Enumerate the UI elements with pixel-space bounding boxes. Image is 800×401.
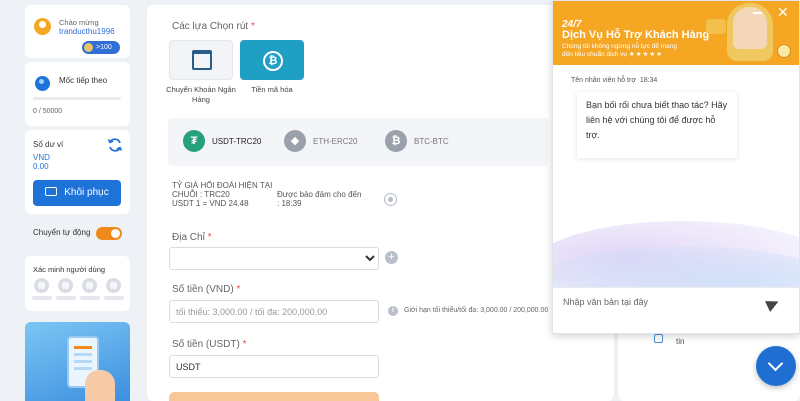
- wallet-currency: VND: [33, 153, 50, 162]
- milestone-progress-text: 0 / 50000: [33, 108, 63, 115]
- auto-transfer-label: Chuyển tự động: [33, 228, 91, 237]
- user-card: Chào mừng tranducthu1996 >100: [25, 5, 130, 58]
- rating-stars: ★★★★★: [628, 51, 664, 58]
- milestone-card: Mốc tiếp theo 0 / 50000: [25, 62, 130, 126]
- withdraw-options-label: Các lựa Chọn rút *: [172, 21, 255, 32]
- chat-message: Bạn bối rối chưa biết thao tác? Hãy liên…: [577, 92, 737, 158]
- restore-button-label: Khôi phục: [64, 187, 109, 198]
- milestone-label: Mốc tiếp theo: [59, 76, 108, 85]
- bank-card-icon[interactable]: [106, 278, 121, 293]
- amount-usdt-input[interactable]: [169, 355, 379, 378]
- milestone-progress-bar: [33, 97, 121, 100]
- bitcoin-icon: ₿: [263, 51, 283, 71]
- chain-label: USDT-TRC20: [212, 137, 262, 146]
- chat-bubble-icon: [706, 19, 726, 34]
- wallet-icon: [45, 187, 58, 196]
- withdraw-panel: Các lựa Chọn rút * Chuyển Khoản Ngân Hàn…: [147, 5, 614, 401]
- chat-input-bar: [553, 287, 799, 333]
- smile-icon[interactable]: [777, 44, 791, 58]
- mail-icon[interactable]: [58, 278, 73, 293]
- method-crypto[interactable]: ₿: [240, 40, 304, 80]
- phone-icon[interactable]: [82, 278, 97, 293]
- rate-guarantee-label: Được bảo đảm cho đến: [277, 190, 362, 199]
- amount-usdt-label: Số tiền (USDT) *: [172, 339, 247, 350]
- verification-step-label: [32, 296, 52, 300]
- promo-banner[interactable]: [25, 322, 130, 401]
- tether-icon: ₮: [183, 130, 205, 152]
- submit-button[interactable]: [169, 392, 379, 401]
- chat-agent-line: Tên nhân viên hỗ trợ 18:34: [571, 77, 658, 84]
- method-bank-label: Chuyển Khoản Ngân Hàng: [166, 85, 236, 104]
- close-icon[interactable]: ✕: [777, 4, 789, 21]
- verification-step-label: [80, 296, 100, 300]
- chat-toggle-button[interactable]: [756, 346, 796, 386]
- info-card-icon: [654, 334, 663, 343]
- refresh-icon[interactable]: [107, 137, 123, 153]
- globe-icon: [35, 76, 50, 91]
- amount-vnd-input[interactable]: [169, 300, 379, 323]
- verification-label: Xác minh người dùng: [33, 265, 106, 274]
- verification-step-label: [104, 296, 124, 300]
- username[interactable]: tranducthu1996: [59, 27, 115, 36]
- chain-label: BTC-BTC: [414, 137, 449, 146]
- minimize-icon[interactable]: [753, 12, 762, 14]
- chat-header: 24/7 Dịch Vụ Hỗ Trợ Khách Hàng Chúng tôi…: [553, 1, 799, 65]
- id-card-icon[interactable]: [34, 278, 49, 293]
- address-select[interactable]: [169, 247, 379, 270]
- greeting-text: Chào mừng: [59, 18, 99, 27]
- auto-transfer-toggle[interactable]: [96, 227, 122, 240]
- info-icon: i: [388, 306, 398, 316]
- ethereum-icon: ◆: [284, 130, 306, 152]
- hand-illustration: [85, 370, 115, 401]
- bank-icon: [192, 50, 212, 70]
- wallet-amount: 0.00: [33, 162, 49, 171]
- bitcoin-icon: ₿: [385, 130, 407, 152]
- restore-button[interactable]: Khôi phục: [33, 180, 121, 206]
- add-address-button[interactable]: +: [385, 251, 398, 264]
- chat-subtitle: Chúng tôi không ngừng nỗ lực để mang đến…: [562, 43, 677, 58]
- wallet-label: Số dư ví: [33, 140, 64, 149]
- wallet-card: Số dư ví VND 0.00 Khôi phục: [25, 130, 130, 214]
- method-bank-transfer[interactable]: [169, 40, 233, 80]
- exchange-rate-value: USDT 1 = VND 24.48: [172, 199, 249, 208]
- send-icon[interactable]: [765, 296, 781, 312]
- avatar[interactable]: [34, 18, 51, 35]
- info-card-text: tin: [676, 337, 685, 346]
- support-chat-window: 24/7 Dịch Vụ Hỗ Trợ Khách Hàng Chúng tôi…: [552, 0, 800, 334]
- chain-usdt-trc20[interactable]: ₮ USDT-TRC20: [183, 130, 263, 154]
- amount-vnd-label: Số tiền (VND) *: [172, 284, 241, 295]
- chat-title: Dịch Vụ Hỗ Trợ Khách Hàng: [562, 29, 710, 41]
- exchange-rate-chain: CHUỖI : TRC20: [172, 190, 230, 199]
- address-label: Địa Chỉ *: [172, 232, 212, 243]
- verification-step-label: [56, 296, 76, 300]
- rate-guarantee-time: : 18:39: [277, 199, 302, 208]
- vip-badge[interactable]: >100: [82, 41, 120, 54]
- chain-btc[interactable]: ₿ BTC-BTC: [385, 130, 465, 154]
- chain-label: ETH-ERC20: [313, 137, 358, 146]
- amount-limits-text: Giới hạn tối thiểu/tối đa: 3,000.00 / 20…: [404, 307, 549, 314]
- verification-card: Xác minh người dùng: [25, 256, 130, 311]
- chain-selector: ₮ USDT-TRC20 ◆ ETH-ERC20 ₿ BTC-BTC: [168, 118, 548, 166]
- exchange-rate-title: TỶ GIÁ HỐI ĐOÁI HIỆN TẠI: [172, 181, 273, 190]
- method-crypto-label: Tiền mã hóa: [251, 85, 293, 94]
- refresh-rate-icon[interactable]: [384, 193, 397, 206]
- chat-message-input[interactable]: [563, 294, 753, 310]
- chain-eth-erc20[interactable]: ◆ ETH-ERC20: [284, 130, 364, 154]
